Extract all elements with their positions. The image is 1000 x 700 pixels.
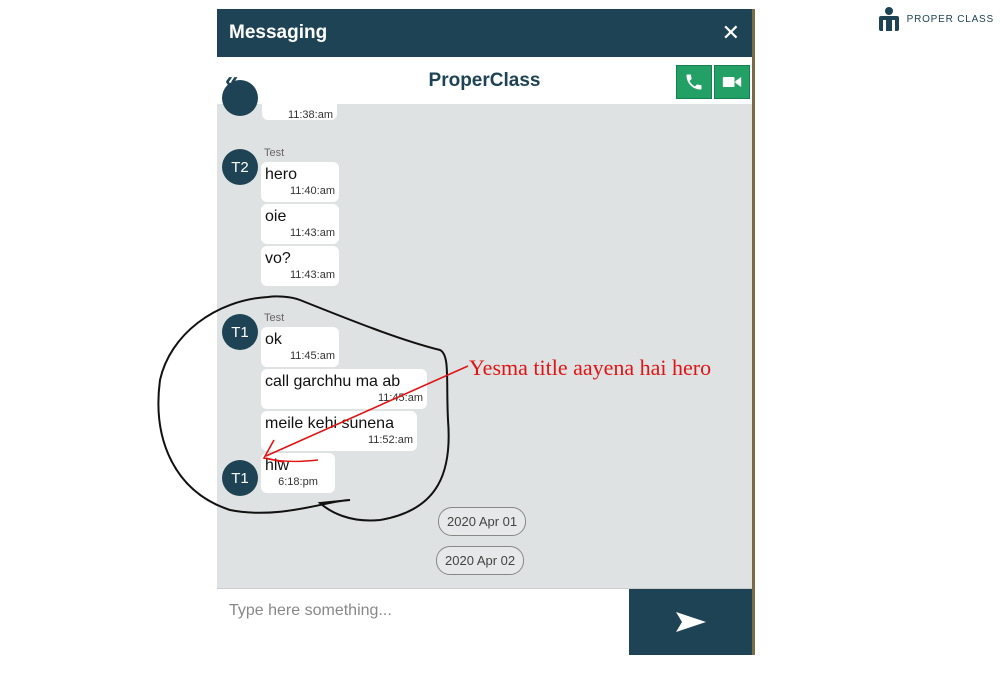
sender-name: Test — [264, 147, 285, 159]
message-time: 11:45:am — [289, 350, 335, 362]
message-time: 11:52:am — [367, 434, 413, 446]
message-text: ok — [265, 331, 282, 348]
message-time: 11:45:am — [377, 392, 423, 404]
video-camera-icon — [722, 77, 742, 87]
phone-icon — [686, 74, 702, 90]
message-list[interactable]: 11:38:am T2 Test hero 11:40:am oie 11:43… — [217, 80, 752, 589]
message-time: 11:43:am — [289, 269, 335, 281]
message-bubble: meile kehi sunena 11:52:am — [261, 411, 417, 451]
message-text: hlw — [265, 457, 290, 474]
message-time: 11:40:am — [289, 185, 335, 197]
brand-logo-icon — [878, 7, 899, 31]
sender-name: Test — [264, 312, 285, 324]
messaging-header: Messaging ✕ — [217, 9, 752, 57]
message-text: call garchhu ma ab — [265, 373, 401, 390]
message-time: 11:38:am — [287, 109, 333, 121]
message-bubble: hlw 6:18:pm — [261, 453, 335, 493]
message-bubble: 11:38:am — [262, 94, 337, 121]
window-title: Messaging — [229, 22, 328, 43]
date-separator: 2020 Apr 01 — [438, 507, 527, 536]
avatar: T2 — [222, 149, 258, 185]
video-call-button[interactable] — [714, 65, 750, 99]
message-time: 11:43:am — [289, 227, 335, 239]
message-text: oie — [265, 208, 287, 225]
avatar: T1 — [222, 460, 258, 496]
contact-name: ProperClass — [428, 69, 541, 91]
date-separator: 2020 Apr 02 — [436, 546, 525, 575]
brand-name: PROPER CLASS — [906, 13, 994, 25]
message-bubble: hero 11:40:am — [261, 162, 339, 202]
avatar: T1 — [222, 314, 258, 350]
message-bubble: call garchhu ma ab 11:45:am — [261, 369, 427, 409]
annotation-text: Yesma title aayena hai hero — [469, 355, 712, 380]
voice-call-button[interactable] — [676, 65, 712, 99]
message-text: hero — [265, 166, 298, 183]
brand-logo: PROPER CLASS — [877, 6, 994, 32]
avatar — [222, 80, 258, 116]
message-time: 6:18:pm — [278, 476, 318, 488]
composer — [217, 588, 752, 655]
message-bubble: vo? 11:43:am — [261, 246, 339, 286]
send-icon — [675, 612, 706, 632]
close-icon[interactable]: ✕ — [722, 22, 740, 44]
message-bubble: ok 11:45:am — [261, 327, 339, 367]
send-button[interactable] — [629, 589, 752, 655]
message-text: vo? — [265, 250, 291, 267]
messaging-panel: Messaging ✕ « ProperClass 11:38:am T2 Te… — [217, 9, 755, 655]
message-text: meile kehi sunena — [265, 415, 394, 432]
message-input[interactable] — [217, 589, 629, 655]
message-bubble: oie 11:43:am — [261, 204, 339, 244]
